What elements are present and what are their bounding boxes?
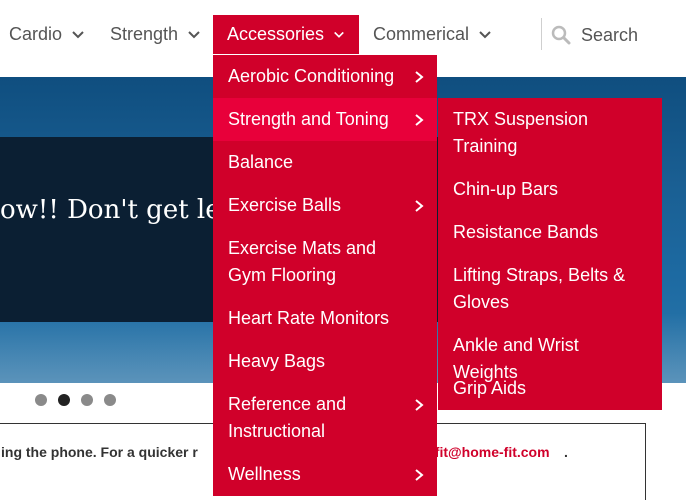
chevron-right-icon [415,114,424,126]
menu-item-heart-rate-monitors[interactable]: Heart Rate Monitors [213,305,437,332]
menu-item-aerobic-conditioning[interactable]: Aerobic Conditioning [213,63,437,90]
submenu-item-trx[interactable]: TRX Suspension Training [438,106,662,160]
submenu-item-label: Lifting Straps, Belts & Gloves [453,265,626,312]
nav-item-cardio[interactable]: Cardio [9,15,85,54]
submenu-item-lifting-straps[interactable]: Lifting Straps, Belts & Gloves [438,262,662,316]
nav-item-label: Strength [110,24,179,44]
menu-item-exercise-balls[interactable]: Exercise Balls [213,192,437,219]
notice-period: . [564,444,568,460]
menu-item-label: Exercise Balls [228,195,342,215]
notice-email-link[interactable]: cfit@home-fit.com [427,444,550,460]
submenu-item-label: Grip Aids [453,378,527,398]
submenu-item-label: TRX Suspension Training [453,109,589,156]
nav-divider [541,18,542,50]
menu-item-heavy-bags[interactable]: Heavy Bags [213,348,437,375]
menu-item-wellness[interactable]: Wellness [213,461,437,488]
submenu-item-label: Chin-up Bars [453,179,559,199]
chevron-down-icon [334,31,344,38]
carousel-dot-active[interactable] [58,394,70,406]
menu-item-exercise-mats[interactable]: Exercise Mats and Gym Flooring [213,235,437,289]
nav-item-label: Cardio [9,24,63,44]
chevron-down-icon [72,30,84,38]
search-icon[interactable] [551,25,571,45]
menu-item-strength-and-toning[interactable]: Strength and Toning [213,98,437,141]
nav-item-label: Accessories [227,24,325,44]
submenu-item-resistance-bands[interactable]: Resistance Bands [438,219,662,246]
chevron-right-icon [415,71,424,83]
nav-item-strength[interactable]: Strength [110,15,201,54]
menu-item-label: Wellness [228,464,301,484]
submenu-item-grip-aids[interactable]: Grip Aids [438,375,662,402]
chevron-right-icon [415,200,424,212]
search-box[interactable] [551,22,686,48]
nav-item-label: Commerical [373,24,470,44]
carousel-dots [35,394,116,406]
chevron-down-icon [188,30,200,38]
menu-item-reference-and-instructional[interactable]: Reference and Instructional [213,391,437,445]
chevron-right-icon [415,469,424,481]
nav-item-commercial[interactable]: Commerical [373,15,492,54]
carousel-dot[interactable] [104,394,116,406]
menu-item-label: Exercise Mats and Gym Flooring [228,238,377,285]
strength-toning-submenu: TRX Suspension Training Chin-up Bars Res… [438,98,662,410]
menu-item-label: Heart Rate Monitors [228,308,390,328]
menu-item-label: Aerobic Conditioning [228,66,395,86]
search-input[interactable] [581,24,686,46]
notice-text: ing the phone. For a quicker r [1,444,198,460]
nav-item-accessories[interactable]: Accessories [213,15,359,54]
chevron-right-icon [415,399,424,411]
submenu-item-chin-up-bars[interactable]: Chin-up Bars [438,176,662,203]
menu-item-label: Strength and Toning [228,109,389,129]
menu-item-label: Heavy Bags [228,351,326,371]
chevron-down-icon [479,30,491,38]
menu-item-balance[interactable]: Balance [213,149,437,176]
accessories-dropdown: Aerobic Conditioning Strength and Toning… [213,55,437,496]
submenu-item-label: Resistance Bands [453,222,599,242]
carousel-dot[interactable] [81,394,93,406]
menu-item-label: Balance [228,152,294,172]
menu-item-label: Reference and Instructional [228,394,347,441]
carousel-dot[interactable] [35,394,47,406]
